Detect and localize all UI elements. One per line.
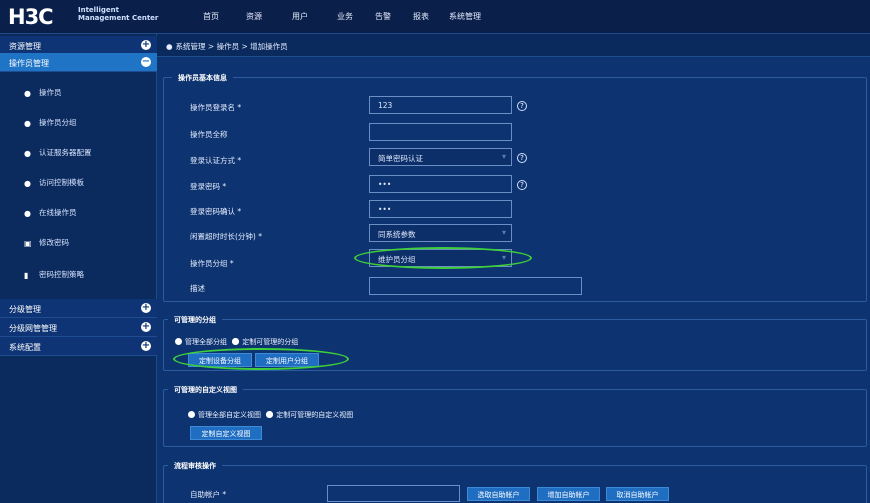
sidebar-item-label: 操作员 [39, 88, 62, 97]
panel-title: 可管理的分组 [168, 315, 222, 325]
plus-circle-icon[interactable]: + [141, 40, 151, 50]
auth-method-value: 简单密码认证 [378, 154, 423, 163]
password-confirm-field[interactable]: ••• [369, 200, 512, 218]
sidebar-item-password-policy[interactable]: ▮ 密码控制策略 [0, 260, 157, 290]
logo-subtitle: Intelligent Management Center [78, 6, 158, 22]
radio-all-views[interactable]: 管理全部自定义视图 [188, 411, 261, 419]
sidebar-item-label: 密码控制策略 [39, 270, 84, 279]
nav-resource[interactable]: 资源 [246, 11, 262, 22]
user-icon: ● [166, 42, 173, 51]
select-self-account-button[interactable]: 选取自助帐户 [467, 487, 530, 501]
sidebar-item-label: 修改密码 [39, 238, 69, 247]
user-icon: ● [24, 89, 31, 98]
password-confirm-label: 登录密码确认 * [190, 207, 242, 216]
idle-timeout-select[interactable]: 同系统参数 ▾ [369, 224, 512, 242]
cancel-self-account-button[interactable]: 取消自助帐户 [606, 487, 669, 501]
idle-timeout-label: 闲置超时时长(分钟) * [190, 232, 262, 241]
sidebar-group-hierarchical-nms[interactable]: 分级网管管理 + [0, 318, 157, 337]
panel-title: 流程审核操作 [168, 461, 222, 471]
sidebar-group-label: 系统配置 [9, 343, 41, 352]
sidebar-group-label: 资源管理 [9, 42, 41, 51]
nav-report[interactable]: 报表 [413, 11, 429, 22]
sidebar-item-change-password[interactable]: ▣ 修改密码 [0, 228, 157, 258]
self-account-field[interactable] [327, 485, 460, 502]
sidebar-group-hierarchy[interactable]: 分级管理 + [0, 299, 157, 318]
sidebar-item-online-operator[interactable]: ● 在线操作员 [0, 198, 157, 228]
lock-icon: ▮ [24, 271, 29, 280]
operator-group-label: 操作员分组 * [190, 259, 234, 268]
full-name-label: 操作员全称 [190, 130, 228, 139]
sidebar-group-label: 分级网管管理 [9, 324, 57, 333]
radio-label: 定制可管理的自定义视图 [276, 411, 354, 419]
nav-alarm[interactable]: 告警 [375, 11, 391, 22]
description-label: 描述 [190, 284, 205, 293]
radio-dot [175, 338, 182, 345]
logo-subtitle-line-2: Management Center [78, 14, 159, 22]
plus-circle-icon[interactable]: + [141, 341, 151, 351]
sidebar-item-auth-server[interactable]: ● 认证服务器配置 [0, 138, 157, 168]
sidebar-item-label: 在线操作员 [39, 208, 77, 217]
user-group-icon: ● [24, 119, 31, 128]
top-bar: H3C Intelligent Management Center 首页 资源 … [0, 0, 870, 34]
radio-custom-views[interactable]: 定制可管理的自定义视图 [266, 411, 353, 419]
radio-custom-groups[interactable]: 定制可管理的分组 [232, 338, 298, 346]
user-gear-icon: ● [24, 149, 31, 158]
sidebar-item-label: 访问控制模板 [39, 178, 84, 187]
radio-dot [188, 411, 195, 418]
sidebar-group-label: 操作员管理 [9, 59, 49, 68]
plus-circle-icon[interactable]: + [141, 322, 151, 332]
help-icon[interactable]: ? [517, 180, 527, 190]
nav-home[interactable]: 首页 [203, 11, 219, 22]
auth-method-select[interactable]: 简单密码认证 ▾ [369, 148, 512, 166]
custom-view-button[interactable]: 定制自定义视图 [190, 426, 262, 440]
plus-circle-icon[interactable]: + [141, 303, 151, 313]
logo: H3C [8, 5, 54, 29]
idle-timeout-value: 同系统参数 [378, 230, 416, 239]
help-icon[interactable]: ? [517, 101, 527, 111]
user-online-icon: ● [24, 209, 31, 218]
logo-subtitle-line-1: Intelligent [78, 6, 119, 14]
breadcrumb-text: 系统管理 > 操作员 > 增加操作员 [175, 42, 288, 51]
nav-service[interactable]: 业务 [337, 11, 353, 22]
login-name-label: 操作员登录名 * [190, 103, 242, 112]
sidebar-group-label: 分级管理 [9, 305, 41, 314]
user-key-icon: ● [24, 179, 31, 188]
panel-basic-info: 操作员基本信息 [163, 73, 867, 302]
radio-label: 管理全部分组 [185, 338, 227, 346]
sidebar-group-operator[interactable]: 操作员管理 − [0, 53, 157, 72]
nav-system-admin[interactable]: 系统管理 [449, 11, 481, 22]
sidebar-item-operator-group[interactable]: ● 操作员分组 [0, 108, 157, 138]
auth-method-label: 登录认证方式 * [190, 156, 242, 165]
highlight-ellipse [354, 247, 532, 269]
sidebar-item-label: 操作员分组 [39, 118, 77, 127]
radio-dot-checked [232, 338, 240, 345]
chevron-down-icon: ▾ [501, 228, 506, 237]
sidebar-item-access-template[interactable]: ● 访问控制模板 [0, 168, 157, 198]
password-edit-icon: ▣ [24, 239, 32, 248]
panel-title: 可管理的自定义视图 [168, 385, 243, 395]
self-account-label: 自助帐户 * [190, 490, 227, 499]
help-icon[interactable]: ? [517, 153, 527, 163]
panel-title: 操作员基本信息 [172, 73, 233, 83]
breadcrumb: ● 系统管理 > 操作员 > 增加操作员 [157, 34, 870, 57]
password-label: 登录密码 * [190, 182, 227, 191]
full-name-field[interactable] [369, 123, 512, 141]
nav-user[interactable]: 用户 [292, 11, 308, 22]
custom-view-radios: 管理全部自定义视图 定制可管理的自定义视图 [188, 410, 353, 420]
chevron-down-icon: ▾ [501, 152, 506, 161]
manageable-group-radios: 管理全部分组 定制可管理的分组 [175, 337, 298, 347]
radio-dot-checked [266, 411, 274, 418]
description-field[interactable] [369, 277, 582, 295]
login-name-field[interactable]: 123 [369, 96, 512, 114]
radio-label: 管理全部自定义视图 [198, 411, 261, 419]
radio-label: 定制可管理的分组 [242, 338, 299, 346]
sidebar-group-system-config[interactable]: 系统配置 + [0, 337, 157, 356]
highlight-ellipse [173, 348, 349, 370]
add-self-account-button[interactable]: 增加自助帐户 [537, 487, 600, 501]
password-field[interactable]: ••• [369, 175, 512, 193]
sidebar-item-operator[interactable]: ● 操作员 [0, 78, 157, 108]
sidebar-item-label: 认证服务器配置 [39, 148, 92, 157]
radio-all-groups[interactable]: 管理全部分组 [175, 338, 227, 346]
minus-circle-icon[interactable]: − [141, 57, 151, 67]
